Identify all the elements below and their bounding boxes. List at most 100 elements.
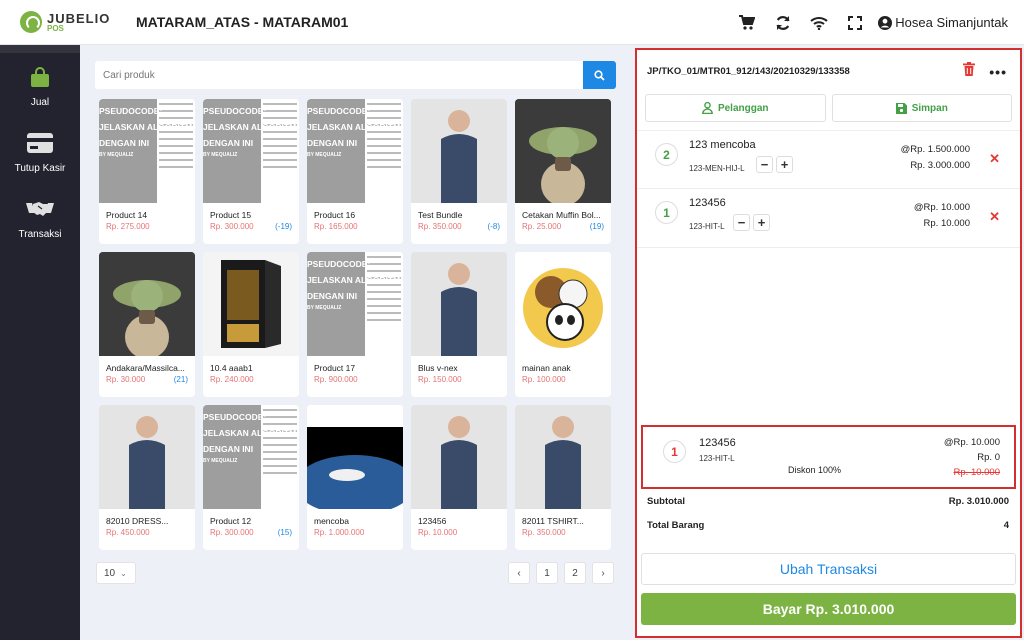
increase-qty-button[interactable]: +	[753, 214, 770, 231]
product-card[interactable]: PSEUDOCODE: JELASKAN ALGORITMA DENGAN INI B…	[99, 99, 195, 244]
product-name: Product 15	[210, 210, 252, 220]
item-name: 123 mencoba	[689, 139, 756, 151]
product-card[interactable]: PSEUDOCODE: JELASKAN ALGORITMA DENGAN INI B…	[307, 99, 403, 244]
promo-qty: 1	[663, 440, 686, 463]
product-image	[411, 99, 507, 203]
next-page-button[interactable]: ›	[592, 562, 614, 584]
image-text: PSEUDOCODE:	[307, 106, 371, 116]
product-price: Rp. 350.000	[418, 222, 462, 231]
product-card[interactable]: PSEUDOCODE: JELASKAN ALGORITMA DENGAN INI B…	[307, 252, 403, 397]
sidebar-item-label: Tutup Kasir	[14, 163, 66, 174]
image-text: DENGAN INI	[203, 444, 254, 454]
save-button[interactable]: Simpan	[831, 94, 1012, 122]
customer-button[interactable]: Pelanggan	[645, 94, 826, 122]
search-button[interactable]	[583, 61, 616, 89]
image-text: JELASKAN ALGORITMA	[99, 122, 195, 132]
sync-icon[interactable]	[765, 5, 801, 41]
product-card[interactable]: 82010 DRESS... Rp. 450.000	[99, 405, 195, 550]
product-stock: (21)	[173, 375, 188, 384]
promo-original-price: Rp. 10.000	[953, 467, 1000, 478]
product-card[interactable]: 10.4 aaab1 Rp. 240.000	[203, 252, 299, 397]
product-image: PSEUDOCODE: JELASKAN ALGORITMA DENGAN INI B…	[203, 99, 299, 203]
image-text: BY MEQUALIZ	[307, 152, 342, 158]
image-text: JELASKAN ALGORITMA	[307, 122, 403, 132]
per-page-value: 10	[104, 567, 116, 579]
product-card[interactable]: mencoba Rp. 1.000.000	[307, 405, 403, 550]
search-input[interactable]	[95, 61, 583, 89]
customer-button-label: Pelanggan	[717, 102, 769, 114]
page-1-button[interactable]: 1	[536, 562, 558, 584]
promo-discount: Diskon 100%	[788, 465, 842, 475]
item-qty[interactable]: 2	[655, 143, 678, 166]
product-price: Rp. 100.000	[522, 375, 566, 384]
decrease-qty-button[interactable]: −	[756, 156, 773, 173]
product-name: 123456	[418, 516, 447, 526]
product-name: mainan anak	[522, 363, 571, 373]
promo-name: 123456	[699, 437, 736, 449]
logo-sub-text: POS	[47, 23, 64, 33]
product-card[interactable]: Blus v-nex Rp. 150.000	[411, 252, 507, 397]
product-image: PSEUDOCODE: JELASKAN ALGORITMA DENGAN INI B…	[307, 99, 403, 203]
product-card[interactable]: Cetakan Muffin Bol... Rp. 25.000 (19)	[515, 99, 611, 244]
user-menu[interactable]: Hosea Simanjuntak	[875, 5, 1008, 41]
product-card[interactable]: 82011 TSHIRT... Rp. 350.000	[515, 405, 611, 550]
image-text: BY MEQUALIZ	[203, 458, 238, 464]
sidebar-item-tutup-kasir[interactable]: Tutup Kasir	[0, 119, 80, 185]
prev-page-button[interactable]: ‹	[508, 562, 530, 584]
image-text: PSEUDOCODE:	[203, 106, 267, 116]
product-price: Rp. 165.000	[314, 222, 358, 231]
save-button-label: Simpan	[911, 102, 948, 114]
sidebar: Jual Tutup Kasir Transaksi	[0, 45, 80, 640]
cart-item[interactable]: 1 123456 123-HIT-L − + @Rp. 10.000 Rp. 1…	[637, 189, 1020, 248]
product-card[interactable]: PSEUDOCODE: JELASKAN ALGORITMA DENGAN INI B…	[203, 99, 299, 244]
increase-qty-button[interactable]: +	[776, 156, 793, 173]
product-name: Product 14	[106, 210, 148, 220]
product-card[interactable]: 123456 Rp. 10.000	[411, 405, 507, 550]
wifi-icon[interactable]	[801, 5, 837, 41]
item-sku: 123-HIT-L	[689, 222, 725, 231]
product-price: Rp. 25.000	[522, 222, 562, 231]
decrease-qty-button[interactable]: −	[733, 214, 750, 231]
total-items-label: Total Barang	[647, 520, 705, 531]
edit-transaction-button[interactable]: Ubah Transaksi	[641, 553, 1016, 585]
cart-item[interactable]: 2 123 mencoba 123-MEN-HIJ-L − + @Rp. 1.5…	[637, 130, 1020, 189]
product-name: 82010 DRESS...	[106, 516, 169, 526]
logo-icon	[20, 11, 42, 33]
fullscreen-icon[interactable]	[837, 5, 873, 41]
product-image	[307, 405, 403, 509]
product-price: Rp. 30.000	[106, 375, 146, 384]
promo-item[interactable]: 1 123456 123-HIT-L Diskon 100% @Rp. 10.0…	[641, 425, 1016, 489]
product-price: Rp. 900.000	[314, 375, 358, 384]
remove-item-icon[interactable]: ✕	[989, 151, 1000, 167]
item-total-price: Rp. 10.000	[923, 218, 970, 229]
image-text: BY MEQUALIZ	[99, 152, 134, 158]
item-qty[interactable]: 1	[655, 201, 678, 224]
sidebar-item-jual[interactable]: Jual	[0, 53, 80, 119]
top-bar: JUBELIO POS MATARAM_ATAS - MATARAM01 Hos…	[0, 0, 1024, 45]
product-image	[203, 252, 299, 356]
image-text: DENGAN INI	[203, 138, 254, 148]
page-2-button[interactable]: 2	[564, 562, 586, 584]
product-card[interactable]: Test Bundle Rp. 350.000 (-8)	[411, 99, 507, 244]
product-grid: PSEUDOCODE: JELASKAN ALGORITMA DENGAN INI B…	[99, 99, 615, 550]
more-options-icon[interactable]: •••	[989, 64, 1007, 80]
product-card[interactable]: mainan anak Rp. 100.000	[515, 252, 611, 397]
item-sku: 123-MEN-HIJ-L	[689, 164, 745, 173]
product-card[interactable]: PSEUDOCODE: JELASKAN ALGORITMA DENGAN INI B…	[203, 405, 299, 550]
per-page-select[interactable]: 10 ⌄	[96, 562, 136, 584]
image-text: JELASKAN ALGORITMA	[307, 275, 403, 285]
pay-button[interactable]: Bayar Rp. 3.010.000	[641, 593, 1016, 625]
image-text: DENGAN INI	[307, 138, 358, 148]
remove-item-icon[interactable]: ✕	[989, 209, 1000, 225]
item-unit-price: @Rp. 10.000	[913, 202, 970, 213]
product-card[interactable]: Andakara/Massilca... Rp. 30.000 (21)	[99, 252, 195, 397]
promo-unit-price: @Rp. 10.000	[943, 437, 1000, 448]
sidebar-item-transaksi[interactable]: Transaksi	[0, 185, 80, 251]
product-price: Rp. 300.000	[210, 222, 254, 231]
item-name: 123456	[689, 197, 726, 209]
cart-icon[interactable]	[729, 5, 765, 41]
product-name: Product 12	[210, 516, 252, 526]
image-text: BY MEQUALIZ	[203, 152, 238, 158]
product-stock: (19)	[589, 222, 604, 231]
trash-icon[interactable]	[963, 62, 976, 81]
